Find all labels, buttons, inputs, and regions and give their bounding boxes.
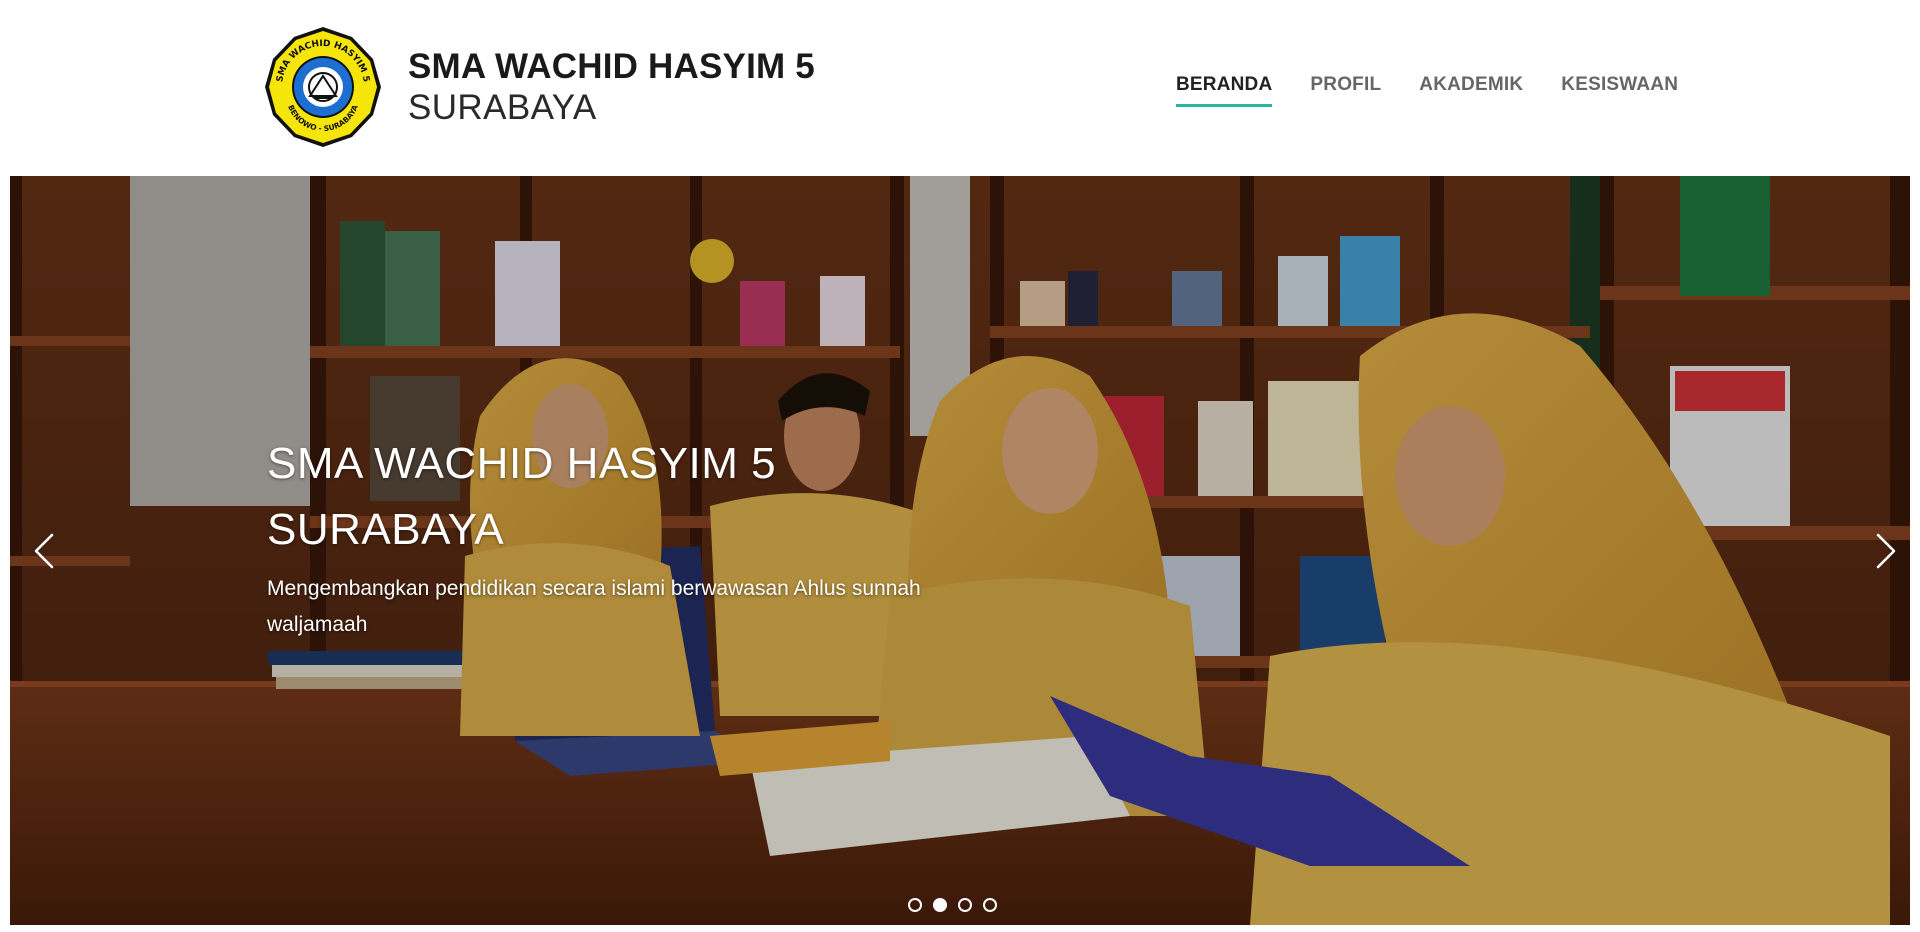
nav-item-beranda[interactable]: BERANDA	[1176, 74, 1273, 107]
caption-title-line2: SURABAYA	[267, 505, 505, 554]
carousel-indicator-3[interactable]	[958, 898, 972, 912]
caption-title-line1: SMA WACHID HASYIM 5	[267, 439, 777, 488]
main-nav: BERANDA PROFIL AKADEMIK KESISWAAN	[1176, 74, 1678, 107]
school-name: SMA WACHID HASYIM 5	[408, 46, 815, 86]
nav-item-profil[interactable]: PROFIL	[1310, 74, 1381, 107]
brand-text: SMA WACHID HASYIM 5 SURABAYA	[408, 46, 815, 129]
chevron-right-icon	[1876, 533, 1896, 569]
nav-item-kesiswaan[interactable]: KESISWAAN	[1561, 74, 1678, 107]
school-logo-icon: SMA WACHID HASYIM 5 BENOWO - SURABAYA	[265, 27, 381, 147]
caption-text: Mengembangkan pendidikan secara islami b…	[267, 577, 921, 636]
carousel-prev-button[interactable]	[24, 526, 64, 576]
hero-carousel: SMA WACHID HASYIM 5 SURABAYA Mengembangk…	[10, 176, 1910, 925]
site-header: SMA WACHID HASYIM 5 BENOWO - SURABAYA SM…	[0, 0, 1920, 176]
school-city: SURABAYA	[408, 88, 597, 127]
brand-home-link[interactable]: SMA WACHID HASYIM 5 BENOWO - SURABAYA SM…	[260, 24, 815, 150]
carousel-indicator-2[interactable]	[933, 898, 947, 912]
carousel-indicator-4[interactable]	[983, 898, 997, 912]
slide-caption: SMA WACHID HASYIM 5 SURABAYA Mengembangk…	[267, 431, 947, 643]
carousel-indicator-1[interactable]	[908, 898, 922, 912]
carousel-next-button[interactable]	[1866, 526, 1906, 576]
caption-title: SMA WACHID HASYIM 5 SURABAYA	[267, 431, 947, 563]
nav-item-akademik[interactable]: AKADEMIK	[1419, 74, 1523, 107]
carousel-indicators	[908, 898, 997, 912]
chevron-left-icon	[34, 533, 54, 569]
